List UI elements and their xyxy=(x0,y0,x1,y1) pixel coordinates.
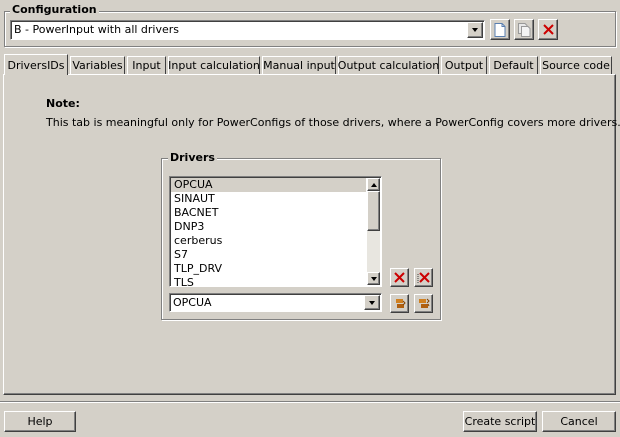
add-item-icon xyxy=(395,298,406,308)
scroll-down-button[interactable] xyxy=(367,272,380,285)
copy-document-icon xyxy=(517,22,530,37)
tab-output-calculation[interactable]: Output calculation xyxy=(338,56,439,74)
list-item[interactable]: TLS xyxy=(171,276,366,286)
configuration-select[interactable]: B - PowerInput with all drivers xyxy=(10,20,485,40)
tab-driversids[interactable]: DriversIDs xyxy=(4,54,68,75)
tab-input[interactable]: Input xyxy=(127,56,166,74)
delete-all-icon xyxy=(417,271,430,283)
drivers-scrollbar[interactable] xyxy=(367,178,380,285)
new-configuration-button[interactable] xyxy=(490,19,510,40)
help-button[interactable]: Help xyxy=(4,411,76,432)
note-text: This tab is meaningful only for PowerCon… xyxy=(46,116,620,129)
configuration-value: B - PowerInput with all drivers xyxy=(14,23,180,36)
list-item[interactable]: DNP3 xyxy=(171,220,366,234)
driver-combo[interactable]: OPCUA xyxy=(169,293,382,312)
note-title: Note: xyxy=(46,97,80,110)
cancel-button[interactable]: Cancel xyxy=(542,411,616,432)
chevron-down-icon xyxy=(472,28,478,32)
chevron-up-icon xyxy=(370,182,377,187)
tab-variables[interactable]: Variables xyxy=(70,56,125,74)
delete-x-icon xyxy=(542,24,554,35)
tab-default[interactable]: Default xyxy=(489,56,538,74)
add-driver-button[interactable] xyxy=(390,294,409,313)
list-item[interactable]: SINAUT xyxy=(171,192,366,206)
tab-output[interactable]: Output xyxy=(441,56,487,74)
new-document-icon xyxy=(494,22,506,37)
list-item[interactable]: OPCUA xyxy=(171,178,366,192)
configuration-legend: Configuration xyxy=(10,3,99,16)
delete-x-icon xyxy=(394,272,405,283)
scroll-thumb[interactable] xyxy=(367,191,380,231)
drivers-list[interactable]: OPCUA SINAUT BACNET DNP3 cerberus S7 TLP… xyxy=(169,176,382,287)
delete-configuration-button[interactable] xyxy=(538,19,558,40)
drivers-legend: Drivers xyxy=(168,151,217,164)
add-all-icon xyxy=(418,298,430,308)
tab-input-calculation[interactable]: Input calculation xyxy=(168,56,260,74)
create-script-button[interactable]: Create script xyxy=(463,411,537,432)
list-item[interactable]: cerberus xyxy=(171,234,366,248)
chevron-down-icon xyxy=(370,276,377,281)
add-all-drivers-button[interactable] xyxy=(414,294,433,313)
remove-driver-button[interactable] xyxy=(390,268,409,287)
tab-source-code[interactable]: Source code xyxy=(540,56,612,74)
copy-configuration-button[interactable] xyxy=(514,19,534,40)
list-item[interactable]: S7 xyxy=(171,248,366,262)
scroll-up-button[interactable] xyxy=(367,178,380,191)
chevron-down-icon xyxy=(369,300,375,305)
driver-combo-value: OPCUA xyxy=(173,296,212,309)
tab-manual-input[interactable]: Manual input xyxy=(262,56,336,74)
footer-divider xyxy=(0,401,620,403)
driver-combo-dropdown-button[interactable] xyxy=(364,295,380,310)
list-item[interactable]: BACNET xyxy=(171,206,366,220)
remove-all-drivers-button[interactable] xyxy=(414,268,433,287)
configuration-dropdown-button[interactable] xyxy=(467,22,483,38)
list-item[interactable]: TLP_DRV xyxy=(171,262,366,276)
